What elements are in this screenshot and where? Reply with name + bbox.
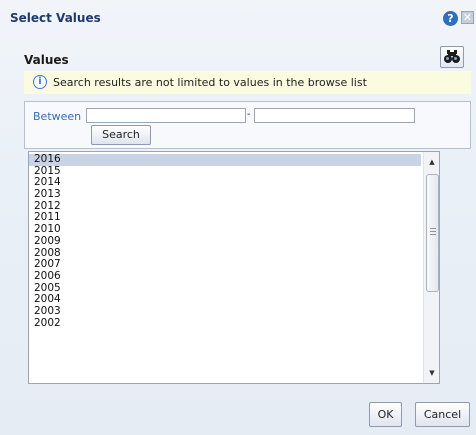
binoculars-icon [444,50,460,63]
values-heading: Values [24,53,69,67]
list-item[interactable]: 2011 [29,212,421,224]
between-from-input[interactable] [86,108,246,123]
list-item[interactable]: 2015 [29,165,421,178]
ok-button[interactable]: OK [369,402,402,427]
values-list-items: 2016 2015 2014 2013 2012 2011 2010 2009 2008 2007… [29,153,421,330]
list-item[interactable]: 2008 [29,247,421,260]
scroll-up-arrow-icon[interactable]: ▲ [424,154,439,170]
scroll-thumb[interactable] [426,174,439,292]
search-button[interactable]: Search [91,125,151,145]
info-icon: i [33,75,47,89]
list-item[interactable]: 2014 [29,177,421,189]
info-message: Search results are not limited to values… [53,76,367,89]
find-button[interactable] [440,46,464,68]
between-search-panel: Between - Search [24,101,471,149]
list-item[interactable]: 2004 [29,294,421,306]
scroll-down-arrow-icon[interactable]: ▼ [424,365,439,381]
dialog-titlebar: Select Values ? ✕ [0,0,476,40]
cancel-button[interactable]: Cancel [415,402,470,427]
info-message-bar: i Search results are not limited to valu… [24,71,471,94]
list-item[interactable]: 2010 [29,223,421,236]
range-separator: - [247,109,251,120]
list-item[interactable]: 2002 [29,317,421,330]
list-item[interactable]: 2013 [29,188,421,201]
between-to-input[interactable] [254,108,415,123]
between-label: Between [33,110,82,123]
list-item[interactable]: 2012 [29,200,421,213]
values-list[interactable]: 2016 2015 2014 2013 2012 2011 2010 2009 2008 2007… [28,151,440,384]
close-icon[interactable]: ✕ [461,11,474,24]
list-item[interactable]: 2007 [29,258,421,271]
list-item[interactable]: 2005 [29,282,421,295]
list-item[interactable]: 2009 [29,235,421,248]
scroll-grip-icon [430,228,436,235]
dialog-title: Select Values [10,11,101,25]
values-list-scrollbar[interactable]: ▲ ▼ [423,152,439,383]
list-item[interactable]: 2003 [29,305,421,318]
list-item[interactable]: 2006 [29,270,421,283]
help-icon[interactable]: ? [443,11,458,26]
select-values-dialog: Select Values ? ✕ Values i Search result… [0,0,476,435]
list-item[interactable]: 2016 [29,153,421,166]
